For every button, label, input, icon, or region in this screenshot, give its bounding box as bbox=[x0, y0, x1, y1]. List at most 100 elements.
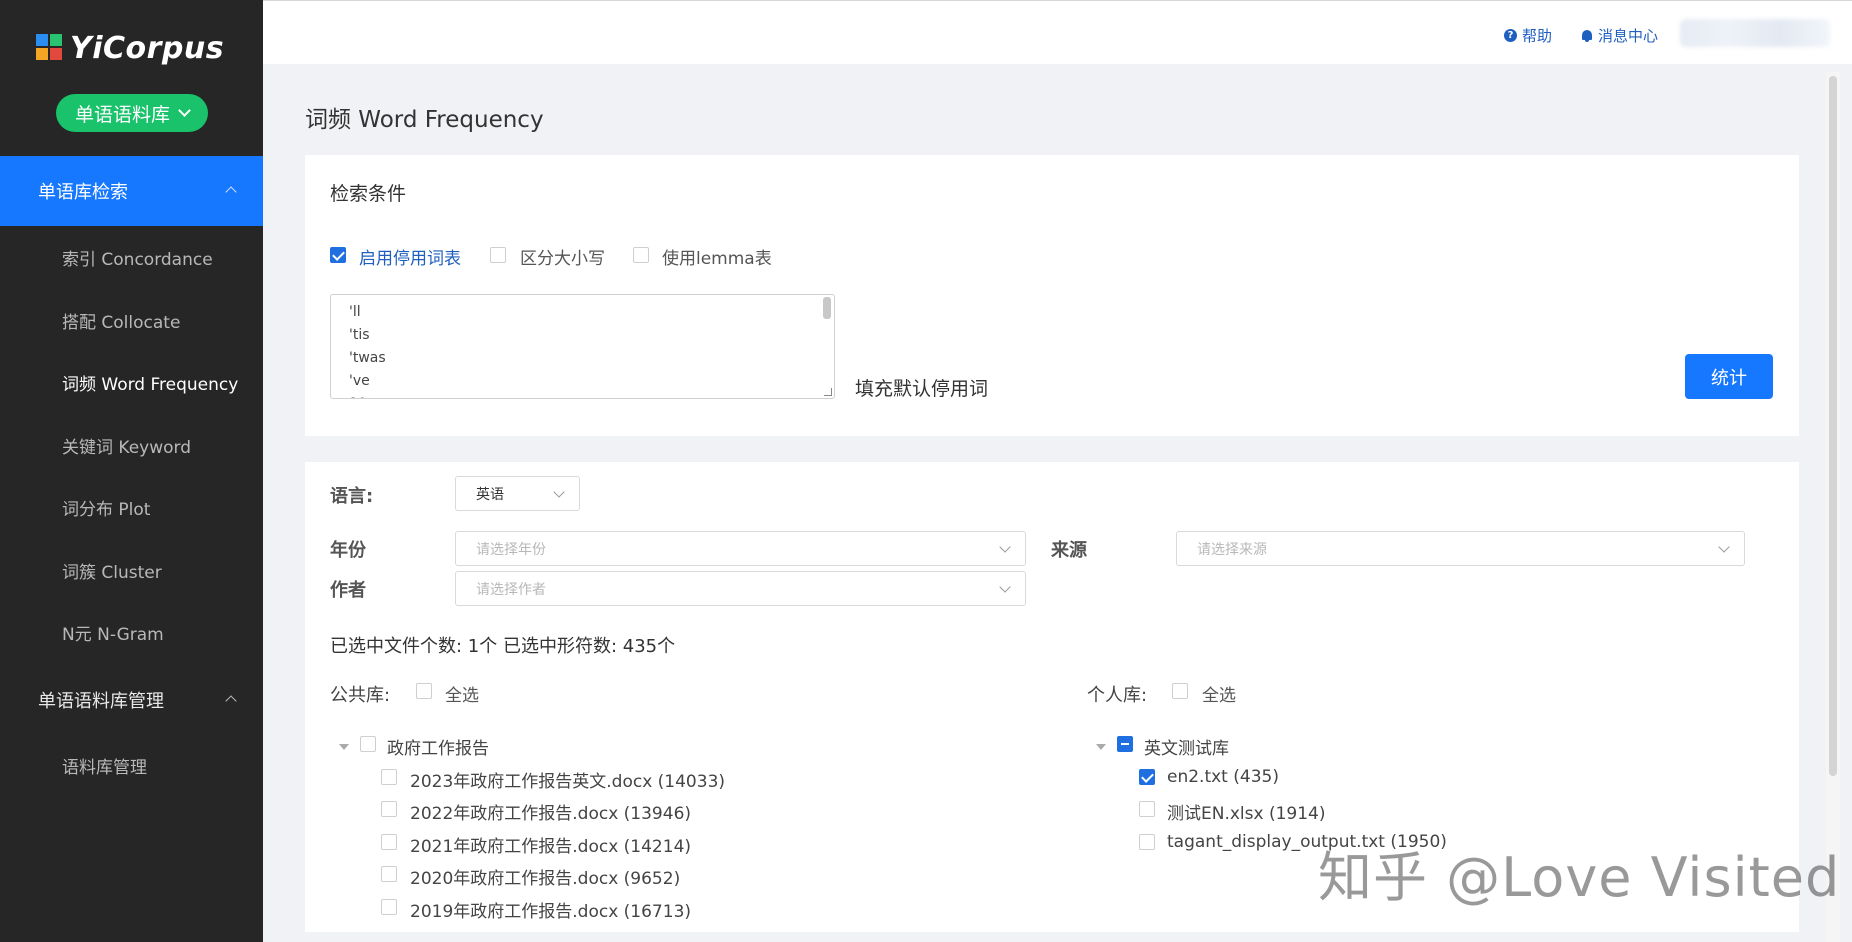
tree-file-label[interactable]: 2020年政府工作报告.docx (9652) bbox=[410, 864, 680, 889]
chevron-down-icon bbox=[999, 541, 1011, 553]
tree-file-label[interactable]: 2021年政府工作报告.docx (14214) bbox=[410, 832, 691, 857]
tree-file-checkbox[interactable] bbox=[381, 899, 397, 915]
year-select[interactable]: 请选择年份 bbox=[455, 531, 1026, 566]
menu-item-collocate[interactable]: 搭配 Collocate bbox=[0, 300, 263, 340]
stopword-line: 'll bbox=[349, 304, 361, 320]
message-center-link[interactable]: 消息中心 bbox=[1581, 25, 1658, 46]
corpus-type-switch[interactable]: 单语语料库 bbox=[56, 94, 208, 132]
tree-file-checkbox[interactable] bbox=[1139, 801, 1155, 817]
language-label: 语言: bbox=[330, 486, 374, 507]
caret-down-icon[interactable] bbox=[1096, 744, 1106, 750]
menu-item-word-frequency[interactable]: 词频 Word Frequency bbox=[0, 362, 263, 402]
tree-file-checkbox[interactable] bbox=[1139, 769, 1155, 785]
search-conditions-panel: 检索条件 启用停用词表 区分大小写 使用lemma表 'll 'tis 'twa… bbox=[305, 155, 1799, 436]
language-select[interactable]: 英语 bbox=[455, 476, 580, 511]
case-sensitive-checkbox[interactable] bbox=[490, 247, 506, 263]
lemma-label[interactable]: 使用lemma表 bbox=[662, 244, 772, 269]
tree-file-checkbox[interactable] bbox=[381, 801, 397, 817]
message-center-label: 消息中心 bbox=[1598, 27, 1659, 45]
tree-file-label[interactable]: 2022年政府工作报告.docx (13946) bbox=[410, 799, 691, 824]
year-label: 年份 bbox=[330, 540, 366, 561]
help-label: 帮助 bbox=[1522, 27, 1553, 45]
menu-group-label: 单语库检索 bbox=[38, 182, 128, 203]
menu-item-concordance[interactable]: 索引 Concordance bbox=[0, 237, 263, 277]
section-title: 检索条件 bbox=[330, 183, 407, 205]
logo-text: YiCorpus bbox=[70, 30, 225, 66]
logo-icon bbox=[36, 34, 64, 62]
chevron-down-icon bbox=[553, 486, 565, 498]
menu-item-plot[interactable]: 词分布 Plot bbox=[0, 487, 263, 527]
menu-group-manage[interactable]: 单语语料库管理 bbox=[0, 665, 263, 735]
menu-item-ngram[interactable]: N元 N-Gram bbox=[0, 612, 263, 652]
chevron-down-icon bbox=[1718, 541, 1730, 553]
chevron-down-icon bbox=[178, 104, 191, 117]
scrollbar-thumb[interactable] bbox=[1829, 76, 1837, 776]
tree-file-label[interactable]: 2023年政府工作报告英文.docx (14033) bbox=[410, 767, 725, 792]
tree-folder-checkbox[interactable] bbox=[360, 736, 376, 752]
menu-item-label: 索引 Concordance bbox=[62, 249, 213, 270]
textarea-scrollbar[interactable] bbox=[822, 297, 832, 393]
tree-file-checkbox[interactable] bbox=[381, 769, 397, 785]
menu-item-cluster[interactable]: 词簇 Cluster bbox=[0, 550, 263, 590]
lemma-checkbox[interactable] bbox=[633, 247, 649, 263]
stopword-textarea[interactable]: 'll 'tis 'twas 've 10 bbox=[330, 294, 835, 399]
help-link[interactable]: ? 帮助 bbox=[1504, 25, 1552, 46]
stopword-line: 'tis bbox=[349, 327, 370, 343]
author-select[interactable]: 请选择作者 bbox=[455, 571, 1026, 606]
stopword-line: 've bbox=[349, 373, 370, 389]
menu-item-label: N元 N-Gram bbox=[62, 624, 164, 645]
tree-file-checkbox[interactable] bbox=[381, 834, 397, 850]
tree-folder-label[interactable]: 英文测试库 bbox=[1144, 734, 1229, 759]
caret-down-icon[interactable] bbox=[339, 744, 349, 750]
menu-item-label: 词簇 Cluster bbox=[62, 562, 162, 583]
menu-group-search[interactable]: 单语库检索 bbox=[0, 156, 263, 226]
menu-item-label: 语料库管理 bbox=[62, 757, 147, 778]
case-sensitive-label[interactable]: 区分大小写 bbox=[520, 244, 605, 269]
menu-group-label: 单语语料库管理 bbox=[38, 691, 164, 712]
tree-file-label[interactable]: 2019年政府工作报告.docx (16713) bbox=[410, 897, 691, 922]
author-label: 作者 bbox=[330, 580, 366, 601]
chevron-up-icon bbox=[225, 695, 237, 707]
source-label: 来源 bbox=[1051, 540, 1087, 561]
menu-item-label: 搭配 Collocate bbox=[62, 312, 181, 333]
source-select[interactable]: 请选择来源 bbox=[1176, 531, 1745, 566]
year-placeholder: 请选择年份 bbox=[476, 541, 546, 558]
private-select-all-label[interactable]: 全选 bbox=[1202, 681, 1236, 706]
stoplist-checkbox[interactable] bbox=[330, 247, 346, 263]
watermark-text: 知乎 @Love Visited bbox=[1318, 846, 1841, 909]
help-icon: ? bbox=[1504, 29, 1517, 42]
chevron-down-icon bbox=[999, 581, 1011, 593]
statistics-button[interactable]: 统计 bbox=[1685, 354, 1773, 399]
private-library-label: 个人库: bbox=[1087, 685, 1148, 706]
tree-file-checkbox[interactable] bbox=[1139, 834, 1155, 850]
private-select-all-checkbox[interactable] bbox=[1172, 683, 1188, 699]
fill-default-stopwords-link[interactable]: 填充默认停用词 bbox=[855, 374, 988, 401]
chevron-up-icon bbox=[225, 186, 237, 198]
app-logo[interactable]: YiCorpus bbox=[36, 30, 224, 66]
user-info-blurred[interactable] bbox=[1680, 19, 1830, 47]
source-placeholder: 请选择来源 bbox=[1197, 541, 1267, 558]
stopword-list: 'll 'tis 'twas 've 10 bbox=[349, 301, 386, 398]
stopword-line: 'twas bbox=[349, 350, 386, 366]
menu-item-label: 词频 Word Frequency bbox=[62, 374, 239, 395]
tree-folder-label[interactable]: 政府工作报告 bbox=[387, 734, 489, 759]
stoplist-label[interactable]: 启用停用词表 bbox=[359, 244, 461, 269]
top-header: ? 帮助 消息中心 bbox=[263, 0, 1852, 64]
sidebar: YiCorpus 单语语料库 单语库检索 索引 Concordance 搭配 C… bbox=[0, 0, 263, 942]
tree-file-label[interactable]: 测试EN.xlsx (1914) bbox=[1167, 799, 1326, 824]
menu-item-corpus-manage[interactable]: 语料库管理 bbox=[0, 745, 263, 785]
corpus-switch-label: 单语语料库 bbox=[74, 103, 170, 126]
public-select-all-label[interactable]: 全选 bbox=[445, 681, 479, 706]
stopword-line: 10 bbox=[349, 393, 386, 398]
page-scrollbar[interactable] bbox=[1826, 72, 1840, 942]
public-select-all-checkbox[interactable] bbox=[416, 683, 432, 699]
tree-folder-checkbox[interactable] bbox=[1117, 736, 1133, 752]
menu-item-label: 关键词 Keyword bbox=[62, 437, 192, 458]
resize-handle-icon[interactable] bbox=[824, 388, 832, 396]
selection-count: 已选中文件个数: 1个 已选中形符数: 435个 bbox=[330, 636, 676, 657]
tree-file-label[interactable]: en2.txt (435) bbox=[1167, 767, 1279, 787]
menu-item-keyword[interactable]: 关键词 Keyword bbox=[0, 425, 263, 465]
language-value: 英语 bbox=[476, 486, 504, 503]
tree-file-checkbox[interactable] bbox=[381, 866, 397, 882]
page-title: 词频 Word Frequency bbox=[305, 107, 544, 133]
